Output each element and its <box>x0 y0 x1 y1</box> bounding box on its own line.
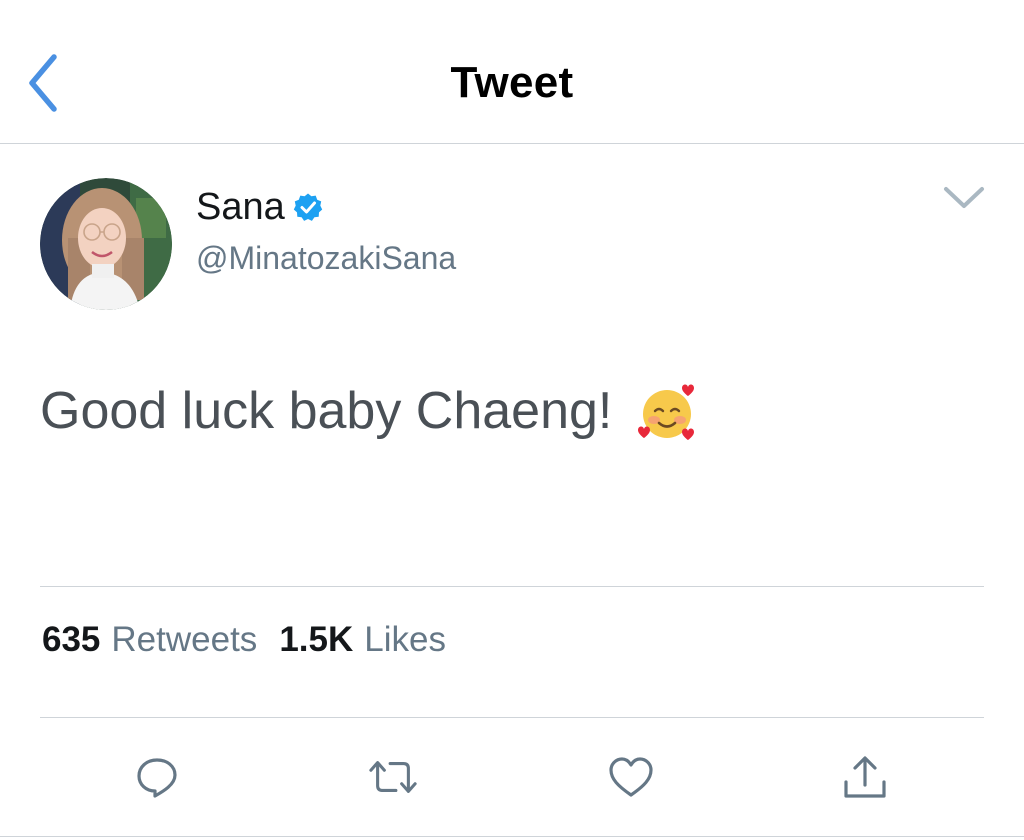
author-name: Sana <box>196 185 285 228</box>
chevron-down-icon <box>944 187 984 208</box>
author-handle[interactable]: @MinatozakiSana <box>196 240 456 277</box>
verified-badge-icon <box>293 193 322 221</box>
like-icon <box>609 757 653 797</box>
tweet-options-button[interactable] <box>936 176 992 220</box>
navigation-header: Tweet <box>0 0 1024 144</box>
reply-icon <box>137 758 177 798</box>
retweets-count: 635 <box>42 620 101 659</box>
divider <box>40 717 984 718</box>
likes-count: 1.5K <box>279 620 354 659</box>
tweet-detail-screen: Tweet Sana @MinatozakiSana Good luck bab… <box>0 0 1024 840</box>
avatar[interactable] <box>40 178 172 310</box>
engagement-stats: 635 Retweets 1.5K Likes <box>42 620 468 660</box>
share-icon <box>844 756 886 798</box>
divider <box>0 836 1024 837</box>
author-name-link[interactable]: Sana <box>196 184 323 230</box>
retweet-button[interactable] <box>368 752 418 802</box>
smiling-face-with-hearts-icon <box>638 384 695 440</box>
page-title: Tweet <box>450 58 574 107</box>
likes-stat[interactable]: 1.5K Likes <box>279 620 446 660</box>
tweet-body: Good luck baby Chaeng! <box>40 378 700 444</box>
tweet-text: Good luck baby Chaeng! <box>40 382 613 440</box>
reply-button[interactable] <box>132 752 182 802</box>
likes-label: Likes <box>364 620 446 659</box>
share-button[interactable] <box>840 752 890 802</box>
divider <box>40 586 984 587</box>
like-button[interactable] <box>606 752 656 802</box>
retweets-label: Retweets <box>111 620 258 659</box>
retweets-stat[interactable]: 635 Retweets <box>42 620 257 660</box>
retweet-icon <box>369 761 417 793</box>
profile-photo <box>40 178 172 310</box>
